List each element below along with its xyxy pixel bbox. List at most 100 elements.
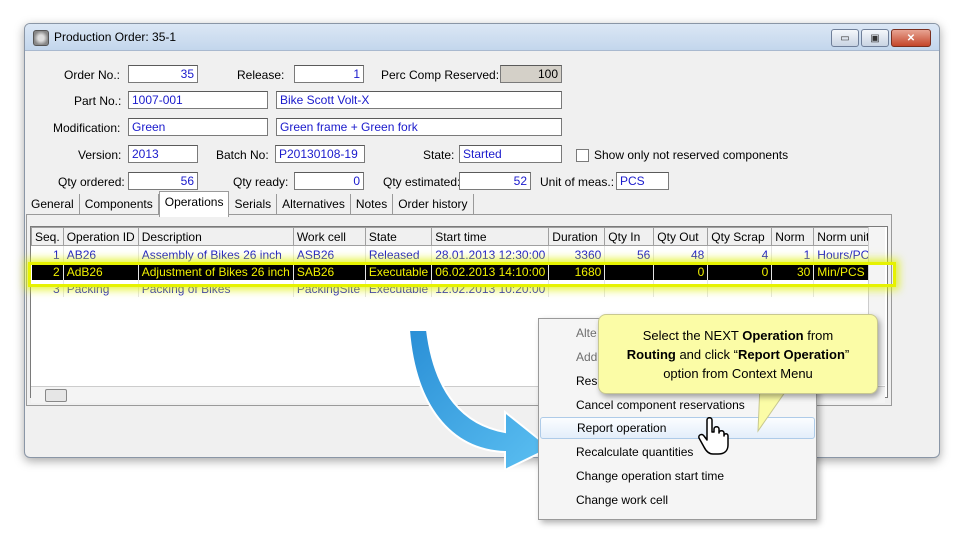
maximize-button[interactable]: ▣	[861, 29, 889, 47]
tab-notes[interactable]: Notes	[351, 194, 394, 214]
cell	[604, 263, 655, 280]
col-description[interactable]: Description	[137, 227, 294, 246]
cell	[604, 280, 655, 297]
callout-text-bold: Routing	[626, 346, 676, 362]
cell: Executable	[365, 263, 433, 280]
cell: 1	[771, 245, 815, 263]
cell: Packing	[63, 280, 139, 297]
callout-text-bold: Report Operation	[737, 346, 845, 362]
cell: ASB26	[293, 245, 366, 263]
curved-arrow-icon	[407, 329, 552, 470]
modification-label: Modification:	[53, 121, 121, 135]
state-label: State:	[423, 148, 455, 162]
title-bar: Production Order: 35-1 ▭ ▣ ✕	[25, 24, 939, 51]
col-norm[interactable]: Norm	[771, 227, 815, 246]
cell: Adjustment of Bikes 26 inch	[138, 263, 294, 280]
cell: 3	[31, 280, 64, 297]
minimize-button[interactable]: ▭	[831, 29, 859, 47]
col-qty-scrap[interactable]: Qty Scrap	[707, 227, 773, 246]
tab-alternatives[interactable]: Alternatives	[277, 194, 351, 214]
col-state[interactable]: State	[364, 227, 433, 246]
unit-of-meas-label: Unit of meas.:	[540, 175, 615, 189]
cell: 12.02.2013 10:20:00	[431, 280, 550, 297]
perc-comp-reserved-field: 100	[500, 65, 562, 83]
cell: 1680	[548, 263, 606, 280]
cell	[548, 280, 606, 297]
cell: 06.02.2013 14:10:00	[431, 263, 550, 280]
close-button[interactable]: ✕	[891, 29, 931, 47]
show-only-not-reserved-label: Show only not reserved components	[594, 148, 789, 162]
cell: 3360	[548, 245, 606, 263]
cell: 0	[653, 263, 709, 280]
header-row: Seq. Operation ID Description Work cell …	[31, 227, 882, 246]
col-start-time[interactable]: Start time	[431, 227, 550, 246]
batch-no-field[interactable]: P20130108-19	[275, 145, 365, 163]
callout-text: Select the NEXT	[642, 327, 743, 343]
tab-serials[interactable]: Serials	[229, 194, 278, 214]
qty-ready-field[interactable]: 0	[294, 172, 364, 190]
callout-text: option from Context Menu	[663, 365, 813, 381]
release-field[interactable]: 1	[294, 65, 364, 83]
version-field[interactable]: 2013	[128, 145, 198, 163]
cell: Executable	[365, 280, 433, 297]
unit-of-meas-field[interactable]: PCS	[616, 172, 669, 190]
col-seq[interactable]: Seq.	[31, 227, 64, 246]
tab-components[interactable]: Components	[80, 194, 159, 214]
modification-description-field[interactable]: Green frame + Green fork	[276, 118, 562, 136]
part-no-field[interactable]: 1007-001	[128, 91, 268, 109]
part-no-label: Part No.:	[74, 94, 122, 108]
col-operation-id[interactable]: Operation ID	[62, 227, 139, 246]
table-row-selected[interactable]: 2 AdB26 Adjustment of Bikes 26 inch SAB2…	[31, 263, 882, 280]
gear-icon	[33, 30, 49, 46]
cell: 30	[771, 263, 815, 280]
hand-pointer-icon	[698, 417, 729, 455]
table-row[interactable]: 3 Packing Packing of Bikes PackingSite E…	[31, 280, 882, 297]
scroll-thumb[interactable]	[45, 389, 67, 402]
cell: 1	[31, 245, 64, 263]
col-work-cell[interactable]: Work cell	[292, 227, 366, 246]
col-qty-in[interactable]: Qty In	[604, 227, 655, 246]
cell	[707, 280, 773, 297]
cell: 56	[604, 245, 655, 263]
release-label: Release:	[237, 68, 285, 82]
qty-ordered-label: Qty ordered:	[58, 175, 125, 189]
qty-ordered-field[interactable]: 56	[128, 172, 198, 190]
cell: SAB26	[293, 263, 366, 280]
col-qty-out[interactable]: Qty Out	[653, 227, 709, 246]
callout-text-bold: Operation	[742, 327, 804, 343]
menu-item-change-work-cell[interactable]: Change work cell	[540, 489, 815, 511]
col-duration[interactable]: Duration	[548, 227, 606, 246]
cell	[653, 280, 709, 297]
perc-comp-reserved-label: Perc Comp Reserved:	[381, 68, 500, 82]
cell	[771, 280, 815, 297]
cell: AB26	[63, 245, 139, 263]
cell: 28.01.2013 12:30:00	[431, 245, 550, 263]
cell: 4	[707, 245, 773, 263]
cell: 0	[707, 263, 773, 280]
tab-order-history[interactable]: Order history	[393, 194, 474, 214]
qty-estimated-label: Qty estimated:	[383, 175, 461, 189]
qty-estimated-field[interactable]: 52	[459, 172, 531, 190]
menu-item-change-operation-start-time[interactable]: Change operation start time	[540, 465, 815, 487]
window-title: Production Order: 35-1	[54, 30, 177, 44]
state-field[interactable]: Started	[459, 145, 562, 163]
cell: AdB26	[63, 263, 139, 280]
version-label: Version:	[78, 148, 122, 162]
cell: 2	[31, 263, 64, 280]
qty-ready-label: Qty ready:	[233, 175, 289, 189]
order-no-field[interactable]: 35	[128, 65, 198, 83]
tab-general[interactable]: General	[26, 194, 80, 214]
order-no-label: Order No.:	[64, 68, 121, 82]
menu-item-recalculate-quantities[interactable]: Recalculate quantities	[540, 441, 815, 463]
callout-text: and click “	[675, 346, 738, 362]
callout-text: from	[803, 327, 834, 343]
tab-strip: General Components Operations Serials Al…	[26, 191, 474, 217]
instruction-callout: Select the NEXT Operation from Routing a…	[598, 314, 878, 394]
table-row[interactable]: 1 AB26 Assembly of Bikes 26 inch ASB26 R…	[31, 245, 882, 263]
cell: Released	[365, 245, 433, 263]
tab-operations[interactable]: Operations	[158, 191, 230, 217]
cell: PackingSite	[293, 280, 366, 297]
modification-field[interactable]: Green	[128, 118, 268, 136]
show-only-not-reserved-checkbox[interactable]	[576, 149, 589, 162]
part-description-field[interactable]: Bike Scott Volt-X	[276, 91, 562, 109]
